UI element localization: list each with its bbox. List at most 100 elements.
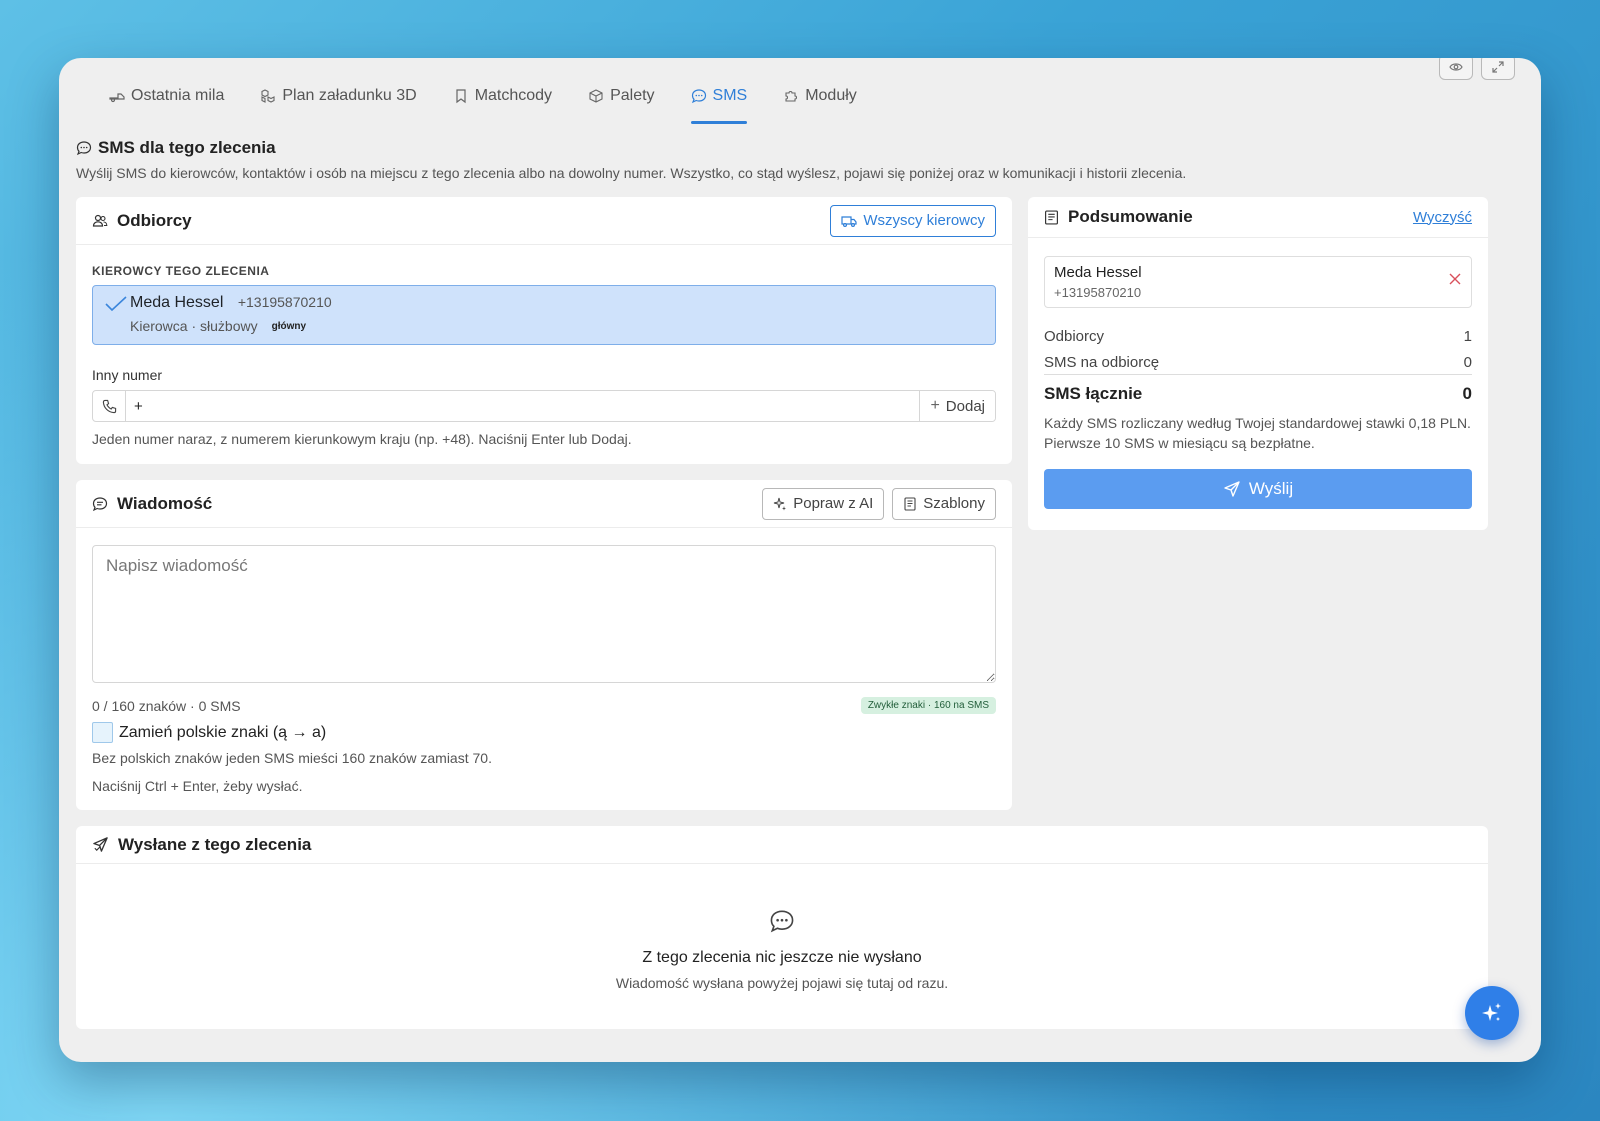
window-controls [1439,58,1515,80]
recipients-title: Odbiorcy [92,211,192,231]
total-label: SMS łącznie [1044,384,1143,403]
replace-polish-hint: Bez polskich znaków jeden SMS mieści 160… [92,750,492,766]
driver-phone: +13195870210 [237,294,332,310]
message-title-text: Wiadomość [117,493,213,513]
shortcut-hint: Naciśnij Ctrl + Enter, żeby wysłać. [92,778,303,794]
tab-ostatnia-mila[interactable]: Ostatnia mila [91,76,242,116]
other-number-group: + Dodaj [92,390,996,422]
sent-title: Wysłane z tego zlecenia [92,835,311,855]
tab-matchcody[interactable]: Matchcody [435,76,570,116]
boxes-icon [261,89,275,103]
other-number-label: Inny numer [92,367,163,383]
sent-header: Wysłane z tego zlecenia [76,826,1488,864]
truck-icon [841,215,857,227]
clear-link[interactable]: Wyczyść [1413,209,1472,226]
bookmark-icon [456,89,466,104]
page-title: SMS dla tego zlecenia [76,138,1186,158]
summary-title-text: Podsumowanie [1068,207,1193,226]
plus-icon: + [930,397,940,414]
phone-icon [93,391,126,421]
send-icon [1224,481,1240,497]
sent-card: Wysłane z tego zlecenia Z tego zlecenia … [76,826,1488,1029]
other-number-hint: Jeden numer naraz, z numerem kierunkowym… [92,431,632,447]
other-number-input[interactable] [126,391,920,421]
expand-button[interactable] [1481,58,1515,80]
send-history-icon [93,837,108,852]
tab-label: Ostatnia mila [131,87,225,104]
users-icon [92,214,108,227]
recipients-count-row: Odbiorcy 1 [1028,328,1488,345]
empty-title: Z tego zlecenia nic jeszcze nie wysłano [642,949,922,966]
eye-icon [1449,63,1463,71]
recipients-card: Odbiorcy Wszyscy kierowcy KIEROWCY TEGO … [76,197,1012,464]
puzzle-icon [785,91,798,102]
send-button[interactable]: Wyślij [1044,469,1472,509]
expand-icon [1492,61,1504,73]
chat-icon [691,89,706,104]
encoding-badge: Zwykłe znaki · 160 na SMS [860,697,996,714]
add-number-button[interactable]: + Dodaj [919,391,995,421]
page-title-text: SMS dla tego zlecenia [98,138,276,157]
driver-option[interactable]: Meda Hessel +13195870210 Kierowca · służ… [92,285,996,345]
tab-label: SMS [712,87,748,104]
all-drivers-button[interactable]: Wszyscy kierowcy [830,204,996,237]
templates-button[interactable]: Szablony [892,487,996,520]
tab-label: Plan załadunku 3D [282,87,417,104]
sparkle-icon [774,497,787,510]
chat-icon [76,141,92,156]
tab-bar: Ostatnia mila Plan załadunku 3D Matchcod… [91,76,875,124]
char-counter: 0 / 160 znaków · 0 SMS [92,697,241,714]
empty-subtitle: Wiadomość wysłana powyżej pojawi się tut… [615,975,949,991]
replace-polish-checkbox[interactable] [92,722,113,743]
summary-title: Podsumowanie [1044,207,1193,227]
templates-label: Szablony [923,495,985,512]
sent-title-text: Wysłane z tego zlecenia [118,834,312,854]
ai-improve-label: Popraw z AI [793,495,874,512]
preview-button[interactable] [1439,58,1473,80]
summary-recipient: Meda Hessel +13195870210 [1044,256,1472,308]
recipients-header: Odbiorcy Wszyscy kierowcy [76,197,1012,245]
message-header: Wiadomość Popraw z AI Szablony [76,480,1012,528]
drivers-section-label: KIEROWCY TEGO ZLECENIA [92,264,270,278]
message-textarea[interactable] [92,545,996,683]
send-label: Wyślij [1248,479,1294,498]
ai-assistant-button[interactable] [1465,986,1519,1040]
receipt-icon [1045,209,1058,225]
tab-plan-zaladunku[interactable]: Plan załadunku 3D [242,76,434,116]
recipients-count-value: 1 [1463,328,1472,345]
replace-polish-label[interactable]: Zamień polskie znaki (ą → a) [119,724,326,742]
template-icon [904,496,916,511]
summary-recipient-name: Meda Hessel [1054,264,1142,281]
per-recipient-label: SMS na odbiorcę [1044,354,1160,371]
summary-card: Podsumowanie Wyczyść Meda Hessel +131958… [1028,197,1488,530]
tab-label: Palety [610,87,655,104]
driver-role: Kierowca · służbowy [130,318,258,334]
tab-sms[interactable]: SMS [673,76,766,124]
summary-recipient-phone: +13195870210 [1054,285,1142,300]
message-card: Wiadomość Popraw z AI Szablony 0 / 160 z… [76,480,1012,810]
summary-header: Podsumowanie Wyczyść [1028,197,1488,238]
pricing-note: Każdy SMS rozliczany według Twojej stand… [1044,415,1471,451]
check-icon [105,296,127,312]
recipients-title-text: Odbiorcy [117,210,192,230]
remove-recipient-icon[interactable] [1449,273,1461,285]
tab-label: Moduły [805,87,857,104]
main-badge: główny [271,320,307,332]
total-row: SMS łącznie 0 [1028,384,1488,404]
tab-label: Matchcody [474,87,553,104]
tab-palety[interactable]: Palety [570,76,672,116]
empty-state: Z tego zlecenia nic jeszcze nie wysłano … [76,864,1488,991]
per-recipient-row: SMS na odbiorcę 0 [1028,354,1488,371]
ai-improve-button[interactable]: Popraw z AI [762,487,885,520]
driver-name: Meda Hessel [130,294,224,311]
page-header: SMS dla tego zlecenia Wyślij SMS do kier… [76,138,1186,181]
total-value: 0 [1462,384,1472,403]
chat-icon [770,910,794,933]
add-number-label: Dodaj [945,397,985,415]
summary-divider [1044,374,1472,375]
delivery-icon [109,93,125,103]
tab-moduly[interactable]: Moduły [765,76,875,116]
package-icon [589,89,603,103]
app-window: Ostatnia mila Plan załadunku 3D Matchcod… [59,58,1541,1062]
sparkle-icon [1482,1003,1501,1021]
